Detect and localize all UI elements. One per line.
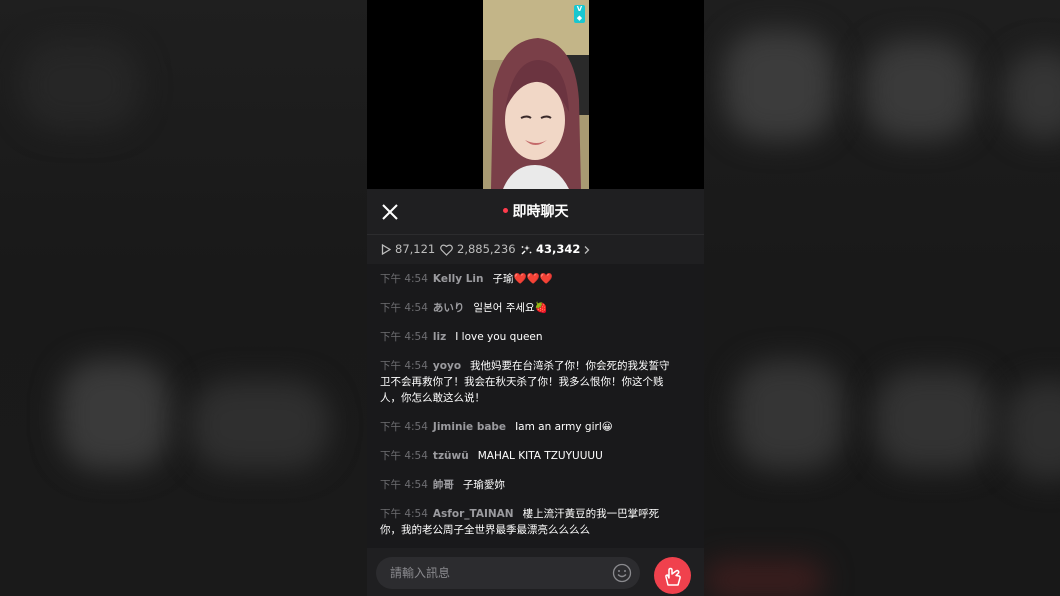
chat-header: 即時聊天 [367,189,704,235]
video-player[interactable]: V ◆ [367,0,704,189]
message-time: 下午 4:54 [380,360,428,372]
streamer-video-image [483,0,589,189]
blurred-background-left [0,0,367,596]
chat-message: 下午 4:54 yoyo 我他妈要在台湾杀了你！你会死的我发誓守卫不会再救你了！我会… [380,358,680,406]
message-username[interactable]: 帥哥 [433,479,454,491]
blurred-background-right [704,0,1060,596]
chat-message: 下午 4:54 Asfor_TAINAN 樓上流汗黃豆的我一巴掌呼死你，我的老公周子… [380,506,680,538]
live-chat-panel: V ◆ 即時聊天 87,121 2,885,236 43,342 下午 4:54… [367,0,704,596]
plays-stat: 87,121 [381,235,435,264]
message-time: 下午 4:54 [380,331,428,343]
chat-message: 下午 4:54 Kelly Lin 子瑜❤️❤️❤️ [380,271,680,287]
message-username[interactable]: liz [433,331,446,343]
message-text: 일본어 주세요🍓 [473,302,548,314]
message-input-bar: 請輸入訊息 [367,548,704,596]
chevron-right-icon [584,245,590,254]
chat-message: 下午 4:54 liz I love you queen [380,329,680,345]
message-username[interactable]: tzüwü [433,450,469,462]
emoji-button[interactable] [612,563,632,583]
message-username[interactable]: Kelly Lin [433,273,484,285]
likes-count: 2,885,236 [457,242,516,256]
chat-message: 下午 4:54 あいり 일본어 주세요🍓 [380,300,680,316]
vlive-logo: V ◆ [574,5,585,23]
message-input-placeholder: 請輸入訊息 [390,566,451,580]
message-username[interactable]: あいり [433,302,465,314]
chat-message: 下午 4:54 tzüwü MAHAL KITA TZUYUUUU [380,448,680,464]
message-time: 下午 4:54 [380,273,428,285]
live-indicator-dot [502,207,508,213]
likes-stat: 2,885,236 [440,235,516,264]
chat-message: 下午 4:54 Jiminie babe Iam an army girl😀 [380,419,680,435]
message-text: MAHAL KITA TZUYUUUU [477,450,603,462]
message-time: 下午 4:54 [380,508,428,520]
chat-message-list[interactable]: 下午 4:54 Kelly Lin 子瑜❤️❤️❤️ 下午 4:54 あいり 일본어 주… [367,264,704,548]
message-text: Iam an army girl😀 [515,421,613,433]
message-username[interactable]: yoyo [433,360,461,372]
chat-count-link[interactable]: 43,342 [520,235,595,264]
chat-title-text: 即時聊天 [512,204,569,220]
stats-bar: 87,121 2,885,236 43,342 [367,235,704,264]
message-time: 下午 4:54 [380,450,428,462]
smiley-icon [612,563,632,583]
play-icon [381,244,391,255]
message-time: 下午 4:54 [380,421,428,433]
finger-heart-button[interactable] [654,557,691,594]
chat-count: 43,342 [536,242,581,256]
message-time: 下午 4:54 [380,479,428,491]
message-time: 下午 4:54 [380,302,428,314]
message-username[interactable]: Jiminie babe [433,421,506,433]
heart-icon [440,244,453,256]
message-text: I love you queen [455,331,543,343]
video-frame: V ◆ [483,0,589,189]
message-text: 子瑜❤️❤️❤️ [492,273,553,285]
message-input[interactable]: 請輸入訊息 [376,557,640,589]
plays-count: 87,121 [395,242,436,256]
page-title: 即時聊天 [367,201,704,221]
message-text: 子瑜愛妳 [462,479,505,491]
message-username[interactable]: Asfor_TAINAN [433,508,514,520]
sparkle-icon [521,244,532,254]
chat-message: 下午 4:54 帥哥 子瑜愛妳 [380,477,680,493]
finger-heart-icon [664,567,681,586]
